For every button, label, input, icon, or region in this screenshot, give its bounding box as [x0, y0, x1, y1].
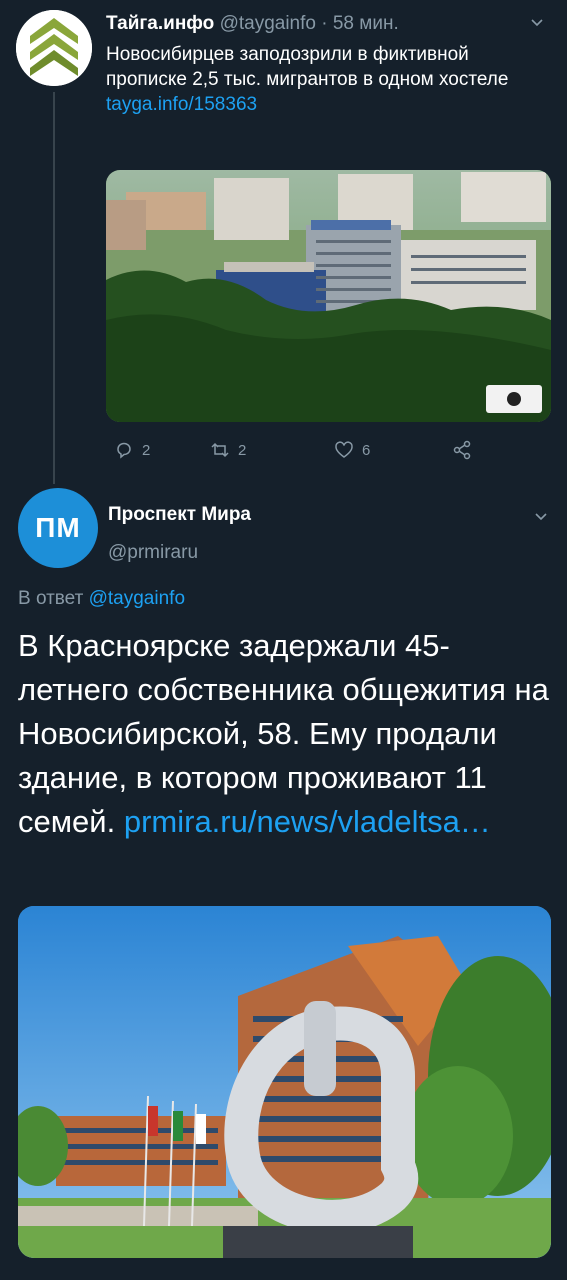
chevron-down-icon[interactable] [533, 508, 549, 524]
taygainfo-logo-icon [16, 10, 92, 86]
tweet-text-body: Новосибирцев заподозрили в фиктивной про… [106, 44, 509, 90]
avatar-initials: ПМ [35, 512, 81, 543]
avatar[interactable]: ПМ [18, 488, 98, 568]
tweet-text: Новосибирцев заподозрили в фиктивной про… [106, 42, 546, 117]
aerial-photo-image [106, 170, 551, 422]
author-handle[interactable]: @taygainfo [220, 13, 316, 34]
retweet-icon [211, 442, 229, 458]
tweet-link[interactable]: prmira.ru/news/vladeltsa… [124, 804, 491, 839]
retweet-action[interactable]: 2 [210, 438, 246, 462]
chevron-down-icon[interactable] [529, 14, 545, 30]
tweet-prmiraru[interactable]: ПМ Проспект Мира @prmiraru В ответ @tayg… [0, 488, 567, 1280]
tweet-image[interactable] [106, 170, 551, 422]
share-action[interactable] [452, 438, 480, 462]
share-icon [453, 440, 471, 460]
reply-count: 2 [142, 441, 151, 459]
separator: · [321, 13, 328, 34]
reply-context: В ответ @taygainfo [18, 588, 185, 610]
author-handle[interactable]: @prmiraru [108, 542, 198, 564]
timeline: Тайга.инфо @taygainfo · 58 мин. Новосиби… [0, 0, 567, 1280]
author-name[interactable]: Тайга.инфо [106, 13, 214, 34]
tweet-taygainfo[interactable]: Тайга.инфо @taygainfo · 58 мин. Новосиби… [0, 0, 567, 484]
reply-icon [117, 442, 131, 459]
reply-action[interactable]: 2 [114, 438, 150, 462]
like-count: 6 [362, 441, 371, 459]
author-name[interactable]: Проспект Мира [108, 504, 251, 526]
tweet-header: Тайга.инфо @taygainfo · 58 мин. [106, 12, 527, 36]
tweet-actions: 2 2 6 [106, 438, 506, 462]
retweet-count: 2 [238, 441, 247, 459]
tweet-text: В Красноярске задержали 45-летнего собст… [18, 624, 553, 844]
thread-line [53, 92, 55, 484]
timestamp[interactable]: 58 мин. [333, 13, 399, 34]
like-icon [335, 441, 353, 458]
reply-handle-link[interactable]: @taygainfo [89, 588, 185, 609]
tweet-image[interactable] [18, 906, 551, 1258]
reply-prefix: В ответ [18, 588, 89, 609]
campus-photo-image [18, 906, 551, 1258]
like-action[interactable]: 6 [334, 438, 370, 462]
avatar[interactable] [16, 10, 92, 86]
tweet-link[interactable]: tayga.info/158363 [106, 94, 257, 115]
